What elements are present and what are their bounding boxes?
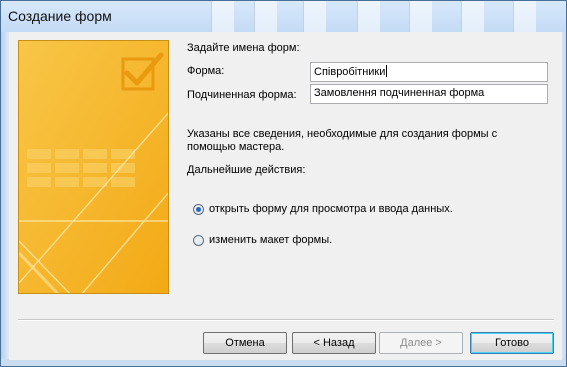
background-window-ghost [303,1,326,32]
background-window-ghost [513,1,536,32]
background-window-ghost [211,1,234,32]
finish-button[interactable]: Готово [470,332,554,354]
window-border-bottom [1,359,566,366]
window-title: Создание форм [8,8,112,24]
form-name-label: Форма: [187,65,225,77]
form-wizard-checkmark-icon [19,41,168,293]
modify-layout-radio[interactable] [193,234,204,246]
info-text-line1: Указаны все сведения, необходимые для со… [187,128,498,140]
open-form-radio[interactable] [193,203,204,215]
cancel-button[interactable]: Отмена [203,332,287,354]
background-window-ghost [461,1,484,32]
open-form-option-label: открыть форму для просмотра и ввода данн… [209,203,453,215]
dialog-body: Задайте имена форм: Форма: Співробітники… [9,32,562,360]
window-border-left [1,32,9,366]
info-text-line2: помощью мастера. [187,141,285,153]
heading-label: Задайте имена форм: [187,42,300,54]
background-window-ghost [254,1,277,32]
back-button[interactable]: < Назад [292,332,376,354]
subform-name-label: Подчиненная форма: [187,89,297,101]
subform-name-input[interactable]: Замовлення подчиненная форма [310,84,548,104]
wizard-illustration [18,40,169,294]
title-bar[interactable]: Создание форм [1,1,566,32]
form-name-input[interactable]: Співробітники [310,62,548,82]
open-form-option[interactable]: открыть форму для просмотра и ввода данн… [193,201,453,217]
button-separator [18,319,554,321]
modify-layout-option-label: изменить макет формы. [209,234,333,246]
next-button[interactable]: Далее > [379,332,463,354]
background-window-ghost [409,1,432,32]
next-actions-label: Дальнейшие действия: [187,164,306,176]
background-window-ghost [357,1,380,32]
form-wizard-dialog: Создание форм Задайте имена форм: Форма:… [0,0,567,367]
modify-layout-option[interactable]: изменить макет формы. [193,232,332,248]
